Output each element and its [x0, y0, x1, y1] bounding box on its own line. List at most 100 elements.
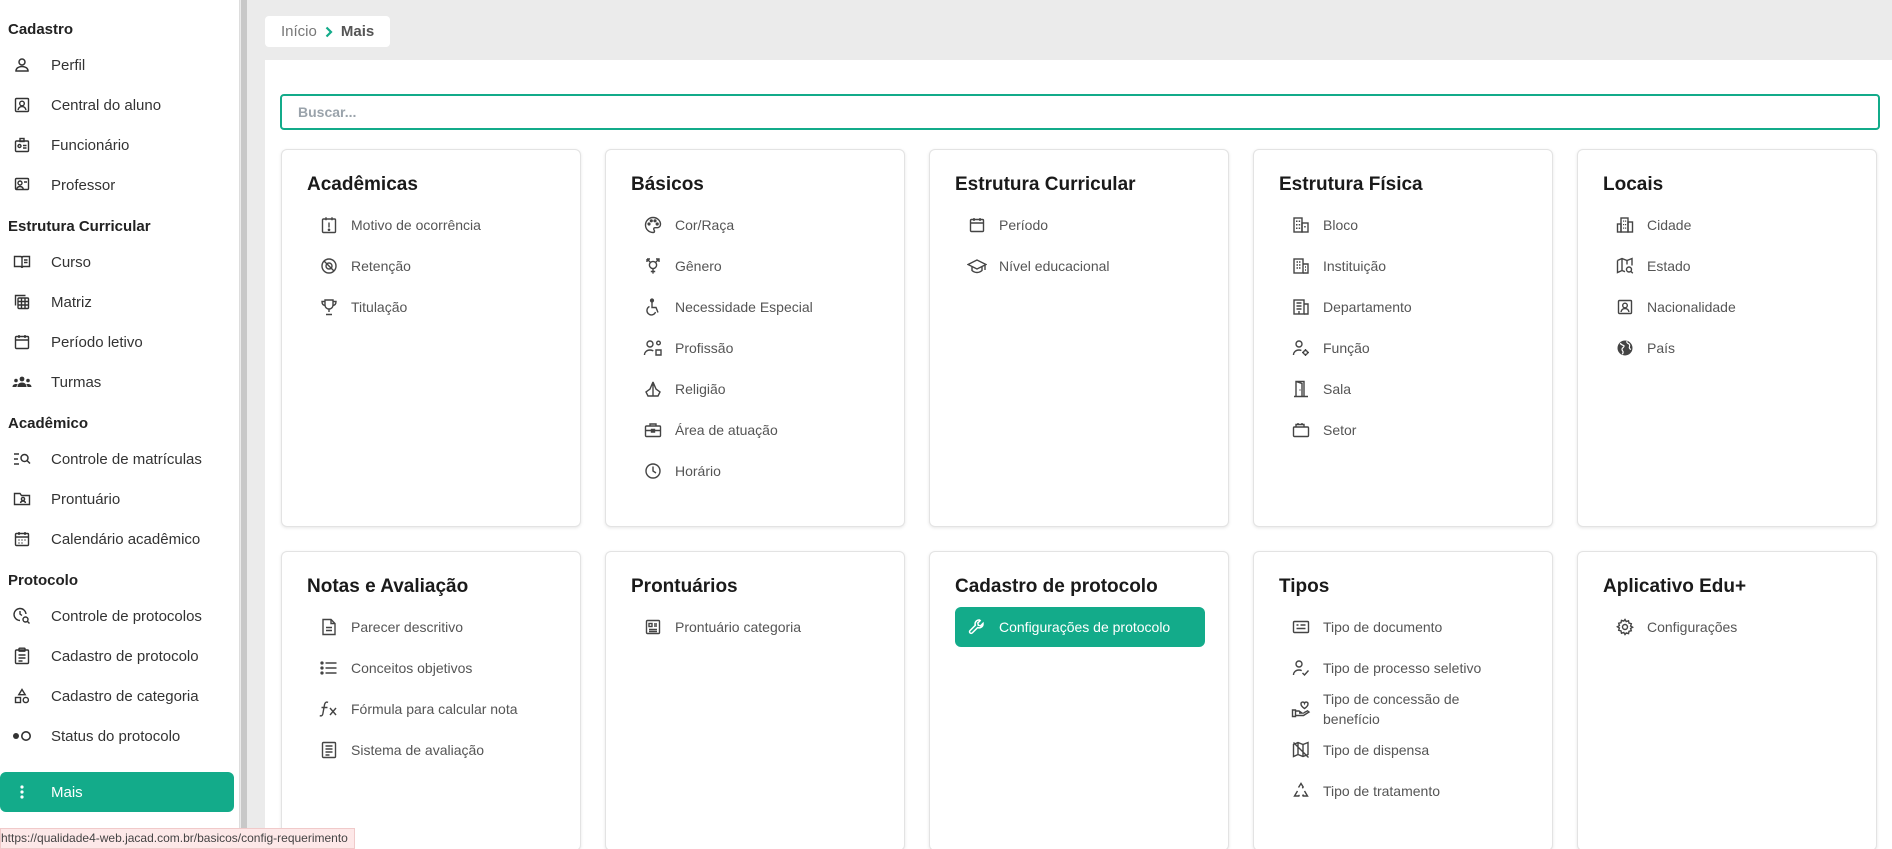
card-item-label: Cidade — [1647, 217, 1692, 233]
person-check-icon — [1291, 658, 1311, 678]
card-item-prontuario-categoria[interactable]: Prontuário categoria — [631, 610, 881, 644]
sidebar-item-funcionario[interactable]: Funcionário — [8, 129, 234, 161]
card-item-departamento[interactable]: Departamento — [1279, 290, 1529, 324]
card-notas-e-avaliacao: Notas e Avaliação Parecer descritivo Con… — [281, 551, 581, 849]
person-icon — [12, 55, 32, 75]
sidebar-item-cadastro-de-protocolo[interactable]: Cadastro de protocolo — [8, 640, 234, 672]
sidebar-item-professor[interactable]: Professor — [8, 169, 234, 201]
sidebar-item-perfil[interactable]: Perfil — [8, 49, 234, 81]
sidebar-item-label: Calendário acadêmico — [51, 530, 201, 548]
card-item-formula-para-calcular-nota[interactable]: Fórmula para calcular nota — [307, 692, 557, 726]
card-item-pais[interactable]: País — [1603, 331, 1853, 365]
sidebar-item-mais[interactable]: Mais — [0, 772, 234, 812]
card-item-sala[interactable]: Sala — [1279, 372, 1529, 406]
sidebar-item-prontuario[interactable]: Prontuário — [8, 483, 234, 515]
sidebar-item-label: Mais — [51, 783, 83, 801]
card-title: Cadastro de protocolo — [955, 576, 1158, 597]
sidebar-item-controle-de-matriculas[interactable]: Controle de matrículas — [8, 443, 234, 475]
card-item-instituicao[interactable]: Instituição — [1279, 249, 1529, 283]
sidebar-item-turmas[interactable]: Turmas — [8, 366, 234, 398]
card-item-label: Tipo de concessão de benefício — [1323, 691, 1460, 727]
card-item-nacionalidade[interactable]: Nacionalidade — [1603, 290, 1853, 324]
sidebar-item-controle-de-protocolos[interactable]: Controle de protocolos — [8, 600, 234, 632]
sidebar-item-label: Período letivo — [51, 333, 143, 351]
gender-icon — [643, 256, 663, 276]
sidebar-item-status-do-protocolo[interactable]: Status do protocolo — [8, 720, 234, 752]
card-item-parecer-descritivo[interactable]: Parecer descritivo — [307, 610, 557, 644]
card-item-conceitos-objetivos[interactable]: Conceitos objetivos — [307, 651, 557, 685]
sidebar-item-matriz[interactable]: Matriz — [8, 286, 234, 318]
card-item-label: Período — [999, 217, 1049, 233]
folder-user-icon — [12, 489, 32, 509]
sidebar-item-periodo-letivo[interactable]: Período letivo — [8, 326, 234, 358]
card-title: Estrutura Física — [1279, 174, 1423, 195]
card-item-label: Departamento — [1323, 299, 1412, 315]
student-portrait-icon — [12, 95, 32, 115]
document-lines-icon — [319, 740, 339, 760]
sidebar: Cadastro Perfil Central do aluno Funcion… — [0, 0, 240, 849]
card-title: Básicos — [631, 174, 704, 195]
grid-stack-icon — [12, 292, 32, 312]
card-item-titulacao[interactable]: Titulação — [307, 290, 557, 324]
card-item-label: Tipo de dispensa — [1323, 742, 1430, 758]
sidebar-item-central-do-aluno[interactable]: Central do aluno — [8, 89, 234, 121]
card-item-bloco[interactable]: Bloco — [1279, 208, 1529, 242]
door-icon — [1291, 379, 1311, 399]
card-item-label: Tipo de processo seletivo — [1323, 660, 1482, 676]
sidebar-item-label: Matriz — [51, 293, 92, 311]
praying-hands-icon — [643, 379, 663, 399]
card-academicas: Acadêmicas Motivo de ocorrência Retenção… — [281, 149, 581, 527]
sidebar-item-label: Prontuário — [51, 490, 121, 508]
card-item-label: Titulação — [351, 299, 408, 315]
clock-search-icon — [12, 606, 32, 626]
card-item-funcao[interactable]: Função — [1279, 331, 1529, 365]
card-item-retencao[interactable]: Retenção — [307, 249, 557, 283]
card-item-periodo[interactable]: Período — [955, 208, 1205, 242]
sidebar-item-label: Controle de matrículas — [51, 450, 202, 468]
sidebar-item-cadastro-de-categoria[interactable]: Cadastro de categoria — [8, 680, 234, 712]
card-item-label: Função — [1323, 340, 1370, 356]
card-item-genero[interactable]: Gênero — [631, 249, 881, 283]
globe-icon — [1615, 338, 1635, 358]
card-item-configuracoes-de-protocolo[interactable]: Configurações de protocolo — [955, 607, 1205, 647]
card-item-tipo-de-concessao-de-beneficio[interactable]: Tipo de concessão de benefício — [1279, 687, 1529, 731]
card-item-horario[interactable]: Horário — [631, 454, 881, 488]
card-item-label: Religião — [675, 381, 726, 397]
book-open-icon — [12, 252, 32, 272]
sidebar-scrollbar[interactable] — [241, 0, 247, 849]
card-item-label: Setor — [1323, 422, 1357, 438]
sidebar-item-label: Perfil — [51, 56, 86, 74]
card-item-sistema-de-avaliacao[interactable]: Sistema de avaliação — [307, 733, 557, 767]
sidebar-item-curso[interactable]: Curso — [8, 246, 234, 278]
card-item-cidade[interactable]: Cidade — [1603, 208, 1853, 242]
office-building-icon — [1291, 297, 1311, 317]
sidebar-item-label: Cadastro de protocolo — [51, 647, 199, 665]
card-aplicativo-edu: Aplicativo Edu+ Configurações — [1577, 551, 1877, 849]
card-item-cor-raca[interactable]: Cor/Raça — [631, 208, 881, 242]
card-item-setor[interactable]: Setor — [1279, 413, 1529, 447]
card-title: Notas e Avaliação — [307, 576, 469, 597]
card-item-label: Gênero — [675, 258, 722, 274]
card-item-tipo-de-documento[interactable]: Tipo de documento — [1279, 610, 1529, 644]
sidebar-item-label: Turmas — [51, 373, 102, 391]
gear-icon — [1615, 617, 1635, 637]
card-item-area-de-atuacao[interactable]: Área de atuação — [631, 413, 881, 447]
card-item-tipo-de-dispensa[interactable]: Tipo de dispensa — [1279, 733, 1529, 767]
card-title: Prontuários — [631, 576, 738, 597]
card-item-label: Retenção — [351, 258, 411, 274]
breadcrumb-home-link[interactable]: Início — [281, 23, 317, 40]
group-icon — [12, 372, 32, 392]
person-gear-icon — [1291, 338, 1311, 358]
search-input[interactable] — [280, 94, 1880, 130]
card-item-configuracoes[interactable]: Configurações — [1603, 610, 1853, 644]
card-item-tipo-de-processo-seletivo[interactable]: Tipo de processo seletivo — [1279, 651, 1529, 685]
card-item-tipo-de-tratamento[interactable]: Tipo de tratamento — [1279, 774, 1529, 808]
card-item-necessidade-especial[interactable]: Necessidade Especial — [631, 290, 881, 324]
card-item-label: Cor/Raça — [675, 217, 735, 233]
card-item-nivel-educacional[interactable]: Nível educacional — [955, 249, 1205, 283]
card-item-motivo-de-ocorrencia[interactable]: Motivo de ocorrência — [307, 208, 557, 242]
sidebar-item-calendario-academico[interactable]: Calendário acadêmico — [8, 523, 234, 555]
card-item-profissao[interactable]: Profissão — [631, 331, 881, 365]
card-item-estado[interactable]: Estado — [1603, 249, 1853, 283]
card-item-religiao[interactable]: Religião — [631, 372, 881, 406]
